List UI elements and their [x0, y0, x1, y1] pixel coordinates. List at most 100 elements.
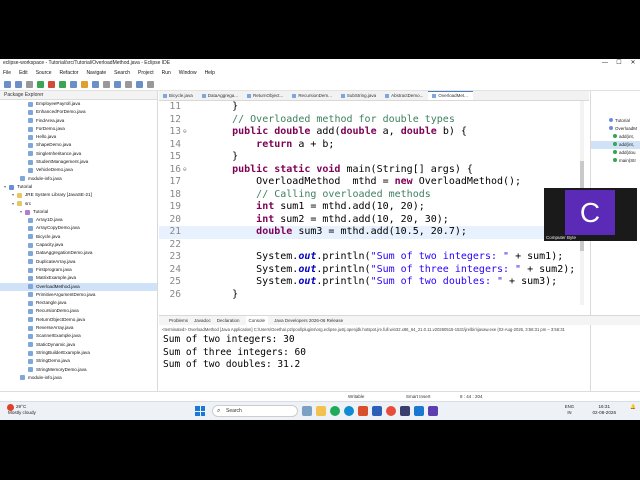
tree-item[interactable]: StringMemoryDemo.java	[0, 366, 157, 374]
tree-item[interactable]: DataAggregationDemo.java	[0, 249, 157, 257]
outline-item[interactable]: OverloadM	[591, 125, 640, 133]
menu-window[interactable]: Window	[179, 68, 197, 78]
editor-tab[interactable]: Bicycle.java	[159, 91, 198, 100]
console-tab[interactable]: Problems	[169, 316, 188, 325]
menu-help[interactable]: Help	[205, 68, 215, 78]
toolbar-tool-icon[interactable]	[103, 81, 110, 88]
tree-item[interactable]: Rectangle.java	[0, 299, 157, 307]
menu-run[interactable]: Run	[162, 68, 171, 78]
tree-item[interactable]: StudentManagement.java	[0, 158, 157, 166]
outline-item[interactable]: Tutorial	[591, 117, 640, 125]
tree-item[interactable]: StringDemo.java	[0, 357, 157, 365]
tree-item[interactable]: ReverseArray.java	[0, 324, 157, 332]
toolbar-tool-icon[interactable]	[15, 81, 22, 88]
toolbar-tool-icon[interactable]	[59, 81, 66, 88]
tree-item[interactable]: StaticDynamic.java	[0, 341, 157, 349]
tree-item[interactable]: ▾ Tutorial	[0, 208, 157, 216]
store-icon[interactable]	[414, 406, 424, 416]
tree-item[interactable]: ScannerExample.java	[0, 332, 157, 340]
editor-tab[interactable]: DataAggrega...	[198, 91, 243, 100]
tree-item[interactable]: module-info.java	[0, 175, 157, 183]
toolbar-tool-icon[interactable]	[48, 81, 55, 88]
tree-item[interactable]: ▾ src	[0, 200, 157, 208]
console-tab[interactable]: Javadoc	[194, 316, 211, 325]
close-button[interactable]: ✕	[626, 59, 640, 68]
toolbar-tool-icon[interactable]	[26, 81, 33, 88]
tree-item[interactable]: DuplicateArray.java	[0, 258, 157, 266]
tree-item[interactable]: Hello.java	[0, 133, 157, 141]
outline-item[interactable]: main(Str	[591, 157, 640, 165]
tree-item[interactable]: FindArea.java	[0, 117, 157, 125]
toolbar-tool-icon[interactable]	[136, 81, 143, 88]
outline-item[interactable]: add(int,	[591, 141, 640, 149]
tree-item[interactable]: PrimitiveArgumentDemo.java	[0, 291, 157, 299]
fold-toggle-icon[interactable]: ⊖	[183, 126, 187, 139]
notification-icon[interactable]: 🔔	[630, 404, 636, 410]
toolbar-tool-icon[interactable]	[37, 81, 44, 88]
tree-item[interactable]: EnhancedForDemo.java	[0, 108, 157, 116]
tree-item[interactable]: Capacity.java	[0, 241, 157, 249]
tree-item[interactable]: SingleInheritance.java	[0, 150, 157, 158]
minimize-button[interactable]: —	[598, 59, 612, 68]
editor-tab[interactable]: ReturnObject...	[243, 91, 288, 100]
tree-item[interactable]: OverloadMethod.java	[0, 282, 157, 291]
console-tab[interactable]: Declaration	[217, 316, 240, 325]
console-tab[interactable]: Java Developers 2026-06 Release	[274, 316, 343, 325]
menu-project[interactable]: Project	[138, 68, 154, 78]
toolbar-tool-icon[interactable]	[81, 81, 88, 88]
fold-toggle-icon[interactable]: ⊖	[183, 164, 187, 177]
menu-navigate[interactable]: Navigate	[86, 68, 106, 78]
tree-item[interactable]: StringBuilderExample.java	[0, 349, 157, 357]
language-indicator[interactable]: ENG IN	[565, 404, 574, 416]
toolbar-tool-icon[interactable]	[4, 81, 11, 88]
taskbar-search[interactable]: ⌕ Search	[212, 405, 298, 417]
tree-item[interactable]: ▾ JRE System Library [JavaSE-21]	[0, 191, 157, 199]
console-tab[interactable]: Console	[245, 316, 269, 325]
package-explorer-title[interactable]: Package Explorer	[0, 91, 157, 100]
editor-tab[interactable]: SubString.java	[337, 91, 381, 100]
tree-item[interactable]: Array1D.java	[0, 216, 157, 224]
menu-source[interactable]: Source	[36, 68, 52, 78]
word-icon[interactable]	[372, 406, 382, 416]
tree-item[interactable]: MatrixExample.java	[0, 274, 157, 282]
system-clock[interactable]: 16:31 02-08-2026	[593, 404, 617, 416]
edge-icon[interactable]	[344, 406, 354, 416]
toolbar-tool-icon[interactable]	[70, 81, 77, 88]
menu-file[interactable]: File	[3, 68, 11, 78]
code-editor[interactable]: 11 } 12 // Overloaded method for double t…	[159, 101, 584, 304]
toolbar-tool-icon[interactable]	[92, 81, 99, 88]
tree-item[interactable]: ▾ Tutorial	[0, 183, 157, 191]
editor-tab[interactable]: RecursionDem...	[288, 91, 337, 100]
outline-item[interactable]: add(int,	[591, 133, 640, 141]
tree-item[interactable]: Bicycle.java	[0, 233, 157, 241]
file-explorer-icon[interactable]	[316, 406, 326, 416]
eclipse-icon[interactable]	[400, 406, 410, 416]
editor-tab[interactable]: OverloadMet...	[428, 91, 473, 100]
windows-start-icon[interactable]	[195, 406, 205, 416]
tree-item[interactable]: ShapeDemo.java	[0, 141, 157, 149]
editor-tab[interactable]: AbstractDemo...	[381, 91, 428, 100]
tree-item[interactable]: ReturnObjectDemo.java	[0, 316, 157, 324]
tree-item[interactable]: ForDemo.java	[0, 125, 157, 133]
toolbar-tool-icon[interactable]	[114, 81, 121, 88]
weather-widget[interactable]: 29°C Mostly cloudy	[7, 404, 36, 416]
java-file-icon	[201, 93, 206, 98]
tree-item[interactable]: VehicleDemo.java	[0, 166, 157, 174]
office-icon[interactable]	[358, 406, 368, 416]
menu-edit[interactable]: Edit	[19, 68, 28, 78]
tree-item[interactable]: module-info.java	[0, 374, 157, 382]
menu-refactor[interactable]: Refactor	[60, 68, 79, 78]
tree-item[interactable]: EmployeePayroll.java	[0, 100, 157, 108]
tree-item[interactable]: RecursionDemo.java	[0, 307, 157, 315]
outline-item[interactable]: add(dou	[591, 149, 640, 157]
tree-item[interactable]: Firstprogram.java	[0, 266, 157, 274]
task-view-icon[interactable]	[302, 406, 312, 416]
toolbar-tool-icon[interactable]	[147, 81, 154, 88]
maximize-button[interactable]: ☐	[612, 59, 626, 68]
toolbar-tool-icon[interactable]	[125, 81, 132, 88]
menu-search[interactable]: Search	[114, 68, 130, 78]
tree-item[interactable]: ArrayCopyDemo.java	[0, 224, 157, 232]
media-icon[interactable]	[386, 406, 396, 416]
chrome-icon[interactable]	[330, 406, 340, 416]
app-icon[interactable]	[428, 406, 438, 416]
